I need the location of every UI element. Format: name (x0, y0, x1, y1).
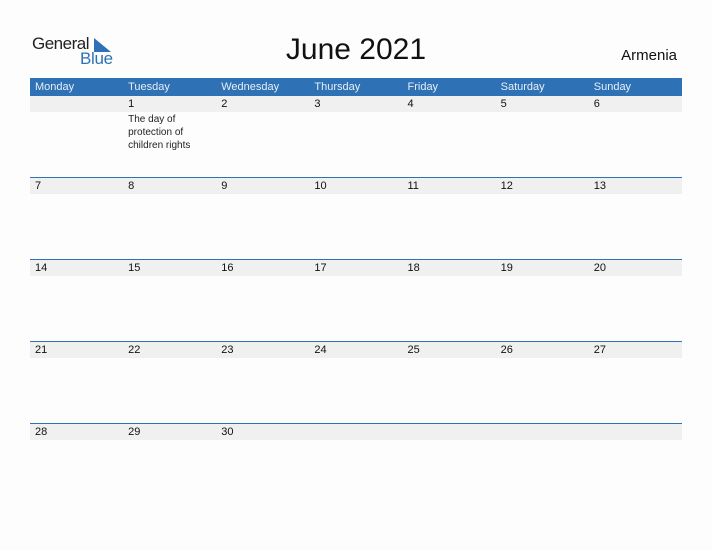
day-cell: 18 (403, 260, 496, 277)
day-number: 27 (593, 344, 606, 356)
day-cell: 17 (309, 260, 402, 277)
day-number (35, 96, 123, 112)
day-number: 10 (314, 180, 327, 192)
day-cell: 21 (30, 342, 123, 359)
day-number: 7 (35, 180, 42, 192)
weekday-saturday: Saturday (500, 81, 545, 93)
day-number: 30 (221, 426, 234, 438)
day-cell: 10 (309, 178, 402, 195)
week-row: 21 22 23 24 25 26 27 (30, 341, 682, 423)
day-cell: 15 (123, 260, 216, 277)
week-cells: 28 29 30 (30, 424, 682, 441)
day-number: 24 (314, 344, 327, 356)
day-number: 13 (593, 180, 606, 192)
day-cell: 22 (123, 342, 216, 359)
day-number: 23 (221, 344, 234, 356)
day-cell: 20 (589, 260, 682, 277)
day-cell: 8 (123, 178, 216, 195)
calendar-title: June 2021 (285, 33, 427, 66)
day-cell: 7 (30, 178, 123, 195)
day-cell: 28 (30, 424, 123, 441)
day-cell: 30 (216, 424, 309, 441)
day-cell (496, 424, 589, 441)
weekday-thursday: Thursday (314, 81, 361, 93)
day-number: 11 (407, 180, 419, 192)
day-number: 21 (35, 344, 48, 356)
day-cell: 16 (216, 260, 309, 277)
weekday-monday: Monday (35, 81, 75, 93)
day-number (501, 424, 589, 440)
day-cell: 5 (496, 96, 589, 152)
day-cell: 12 (496, 178, 589, 195)
day-cell (403, 424, 496, 441)
day-cell: 29 (123, 424, 216, 441)
day-number: 8 (128, 180, 135, 192)
day-number: 17 (314, 262, 327, 274)
day-cell (30, 96, 123, 152)
day-cell: 24 (309, 342, 402, 359)
day-number: 28 (35, 426, 48, 438)
weekday-header: Monday Tuesday Wednesday Thursday Friday… (30, 78, 682, 96)
day-number: 3 (314, 98, 321, 110)
day-cell: 25 (403, 342, 496, 359)
day-cell: 3 (309, 96, 402, 152)
weekday-wednesday: Wednesday (221, 81, 280, 93)
day-number (408, 424, 496, 440)
day-cell: 27 (589, 342, 682, 359)
day-number: 15 (128, 262, 141, 274)
day-number: 5 (500, 98, 507, 110)
day-cell: 23 (216, 342, 309, 359)
calendar-grid: Monday Tuesday Wednesday Thursday Friday… (30, 78, 682, 505)
day-cell: 6 (589, 96, 682, 152)
week-cells: 21 22 23 24 25 26 27 (30, 342, 682, 359)
day-number: 9 (221, 180, 228, 192)
day-number: 4 (407, 98, 414, 110)
day-number: 22 (128, 344, 141, 356)
day-number: 14 (35, 262, 48, 274)
day-number: 1 (128, 98, 135, 110)
day-number: 16 (221, 262, 234, 274)
day-number (594, 424, 682, 440)
week-row: 28 29 30 (30, 423, 682, 505)
day-cell: 26 (496, 342, 589, 359)
day-cell: 13 (589, 178, 682, 195)
week-row: 14 15 16 17 18 19 20 (30, 259, 682, 341)
day-number: 20 (593, 262, 606, 274)
country-label: Armenia (621, 47, 677, 64)
day-cell: 11 (403, 178, 496, 195)
day-number: 26 (500, 344, 513, 356)
week-row: 7 8 9 10 11 12 13 (30, 177, 682, 259)
day-number (314, 424, 402, 440)
weekday-tuesday: Tuesday (128, 81, 170, 93)
day-number: 2 (221, 98, 228, 110)
day-cell (589, 424, 682, 441)
day-number: 6 (593, 98, 600, 110)
week-cells: 1 The day of protection of children right… (30, 96, 682, 152)
day-cell: 9 (216, 178, 309, 195)
day-number: 29 (128, 426, 141, 438)
day-cell: 4 (403, 96, 496, 152)
week-cells: 14 15 16 17 18 19 20 (30, 260, 682, 277)
day-cell: 1 The day of protection of children right… (123, 96, 216, 152)
week-row: 1 The day of protection of children right… (30, 96, 682, 177)
weeks-container: 1 The day of protection of children right… (30, 96, 682, 505)
day-cell: 14 (30, 260, 123, 277)
day-number: 25 (407, 344, 420, 356)
day-number: 12 (500, 180, 513, 192)
day-cell (309, 424, 402, 441)
day-number: 19 (500, 262, 513, 274)
day-number: 18 (407, 262, 420, 274)
week-cells: 7 8 9 10 11 12 13 (30, 178, 682, 195)
weekday-sunday: Sunday (593, 81, 632, 93)
day-cell: 19 (496, 260, 589, 277)
holiday-event: The day of protection of children rights (128, 114, 191, 151)
weekday-friday: Friday (407, 81, 439, 93)
day-cell: 2 (216, 96, 309, 152)
